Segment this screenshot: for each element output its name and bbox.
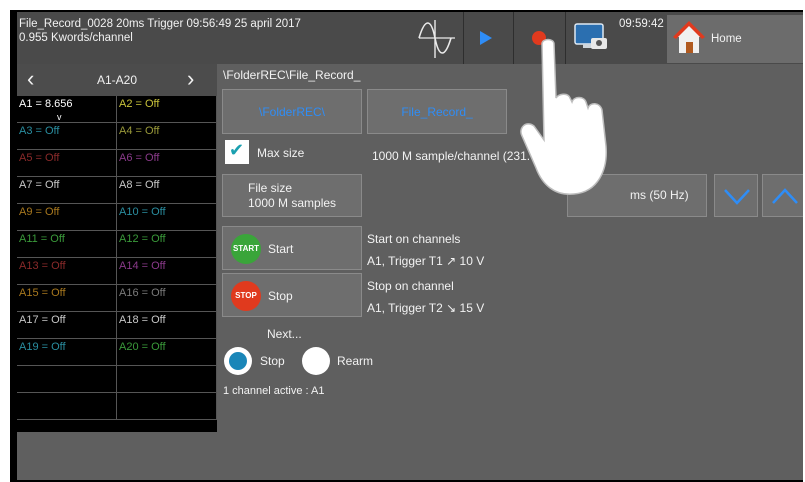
max-size-label: Max size bbox=[257, 146, 305, 160]
start-condition: A1, Trigger T1 ↗ 10 V bbox=[367, 254, 485, 268]
channel-cell[interactable]: A15 = Off bbox=[17, 285, 117, 312]
start-badge: START bbox=[231, 234, 261, 264]
toolbar-divider bbox=[463, 12, 464, 64]
channel-cell[interactable]: A5 = Off bbox=[17, 150, 117, 177]
channel-cell[interactable]: A12 = Off bbox=[117, 231, 217, 258]
start-trigger-button[interactable]: START Start bbox=[222, 226, 362, 270]
radio-rearm[interactable] bbox=[302, 347, 330, 375]
stop-condition: A1, Trigger T2 ↘ 15 V bbox=[367, 301, 485, 315]
channel-cell[interactable]: A2 = Off bbox=[117, 96, 217, 123]
record-info-line1: File_Record_0028 20ms Trigger 09:56:49 2… bbox=[19, 18, 301, 30]
clock: 09:59:42 bbox=[619, 18, 664, 30]
play-button[interactable] bbox=[469, 12, 509, 64]
channel-cell[interactable]: A9 = Off bbox=[17, 204, 117, 231]
play-icon bbox=[480, 31, 492, 45]
channel-cell[interactable]: A10 = Off bbox=[117, 204, 217, 231]
channel-cell[interactable]: A16 = Off bbox=[117, 285, 217, 312]
channel-unit: v bbox=[57, 112, 62, 122]
max-size-value: 1000 M sample/channel (231. bbox=[372, 149, 531, 163]
channel-range-nav: ‹ A1-A20 › bbox=[17, 64, 217, 96]
increase-button[interactable] bbox=[762, 174, 803, 217]
empty-channel-cell bbox=[17, 366, 117, 393]
next-label: Next... bbox=[267, 327, 302, 341]
chevron-right-icon[interactable]: › bbox=[187, 66, 194, 92]
recorder-screen: File_Record_0028 20ms Trigger 09:56:49 2… bbox=[17, 12, 803, 480]
pointing-hand-icon bbox=[520, 38, 607, 195]
channel-cell[interactable]: A14 = Off bbox=[117, 258, 217, 285]
stop-badge: STOP bbox=[231, 281, 261, 311]
channel-cell[interactable]: A20 = Off bbox=[117, 339, 217, 366]
channel-cell[interactable]: A3 = Off bbox=[17, 123, 117, 150]
file-size-value: 1000 M samples bbox=[248, 196, 337, 210]
active-channels-info: 1 channel active : A1 bbox=[223, 385, 325, 397]
start-label: Start bbox=[268, 242, 294, 256]
record-info: File_Record_0028 20ms Trigger 09:56:49 2… bbox=[19, 17, 301, 45]
channel-cell[interactable]: A6 = Off bbox=[117, 150, 217, 177]
start-condition-title: Start on channels bbox=[367, 232, 461, 246]
radio-stop-label: Stop bbox=[260, 354, 285, 368]
chevron-up-icon bbox=[772, 188, 798, 204]
check-icon: ✔ bbox=[229, 140, 245, 160]
sine-wave-button[interactable] bbox=[415, 12, 459, 64]
decrease-button[interactable] bbox=[714, 174, 758, 217]
record-path: \FolderREC\File_Record_ bbox=[223, 68, 361, 82]
stop-trigger-button[interactable]: STOP Stop bbox=[222, 273, 362, 317]
channel-cell[interactable]: A18 = Off bbox=[117, 312, 217, 339]
channel-cell[interactable]: A1 = 8.656 bbox=[17, 96, 117, 123]
folder-button[interactable]: \FolderREC\ bbox=[222, 89, 362, 134]
file-name-button[interactable]: File_Record_ bbox=[367, 89, 507, 134]
channel-cell[interactable]: A13 = Off bbox=[17, 258, 117, 285]
top-bar: File_Record_0028 20ms Trigger 09:56:49 2… bbox=[17, 12, 803, 64]
stop-label: Stop bbox=[268, 289, 293, 303]
chevron-down-icon bbox=[724, 189, 750, 205]
channel-cell[interactable]: A11 = Off bbox=[17, 231, 117, 258]
home-button[interactable]: Home bbox=[667, 15, 803, 63]
record-info-line2: 0.955 Kwords/channel bbox=[19, 32, 133, 44]
channel-cell[interactable]: A17 = Off bbox=[17, 312, 117, 339]
channel-cell[interactable]: A4 = Off bbox=[117, 123, 217, 150]
stop-condition-title: Stop on channel bbox=[367, 279, 454, 293]
home-label: Home bbox=[711, 33, 742, 45]
channel-cell[interactable]: A19 = Off bbox=[17, 339, 117, 366]
channel-grid: A1 = 8.656 v A2 = Off A3 = Off A4 = Off A5 = … bbox=[17, 96, 217, 432]
radio-selected-dot bbox=[229, 352, 247, 370]
empty-channel-cell bbox=[17, 393, 117, 420]
file-size-button[interactable]: File size 1000 M samples bbox=[222, 174, 362, 217]
max-size-checkbox[interactable]: ✔ bbox=[225, 140, 249, 164]
radio-stop[interactable] bbox=[224, 347, 252, 375]
sampling-period-value: ms (50 Hz) bbox=[630, 188, 689, 202]
sine-wave-icon bbox=[418, 20, 455, 58]
empty-channel-cell bbox=[117, 366, 217, 393]
channel-cell[interactable]: A8 = Off bbox=[117, 177, 217, 204]
file-size-title: File size bbox=[248, 181, 293, 195]
home-icon bbox=[673, 21, 705, 53]
channel-cell[interactable]: A7 = Off bbox=[17, 177, 117, 204]
radio-rearm-label: Rearm bbox=[337, 354, 374, 368]
empty-channel-cell bbox=[117, 393, 217, 420]
